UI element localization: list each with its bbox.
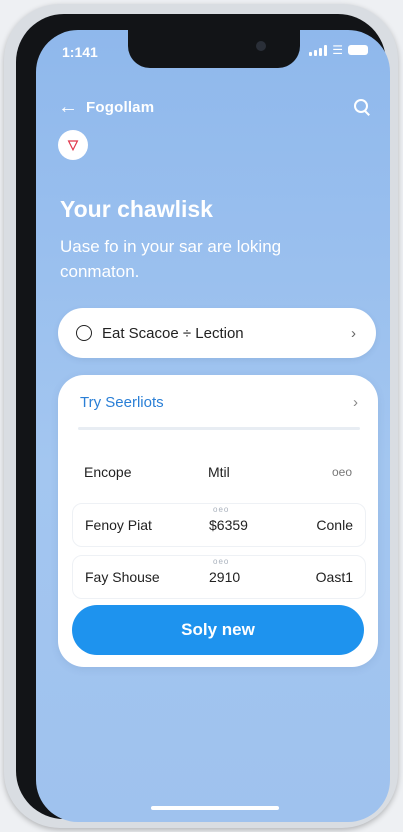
- results-card: Try Seerliots › Encope Mtil oeo Fenoy Pi…: [58, 375, 378, 667]
- back-arrow-icon[interactable]: ←: [58, 96, 86, 119]
- table-row[interactable]: Fenoy Piat oeo $6359 Conle: [72, 503, 366, 547]
- chevron-right-icon: ›: [353, 394, 358, 411]
- row-status: Oast1: [315, 569, 353, 585]
- row-name: Encope: [84, 464, 132, 480]
- status-time: 1:141: [62, 44, 98, 60]
- search-icon[interactable]: [354, 99, 370, 115]
- top-bar: ← Fogollam: [58, 94, 370, 120]
- row-status: oeo: [331, 465, 352, 479]
- wifi-icon: ☰: [332, 43, 343, 57]
- status-icons: ☰: [309, 43, 368, 57]
- signal-icon: [309, 44, 328, 56]
- page-title: Fogollam: [86, 98, 155, 116]
- card-title[interactable]: Try Seerliots: [80, 394, 164, 411]
- radio-icon[interactable]: [76, 325, 92, 341]
- row-tiny-label: oeo: [213, 505, 230, 514]
- row-value-cell: oeo $6359: [209, 505, 309, 533]
- row-status: Conle: [316, 517, 353, 533]
- phone-bezel: 1:141 ☰ ← Fogollam ▽ Your chawlisk Uase …: [16, 14, 390, 822]
- row-name: Fenoy Piat: [85, 517, 152, 533]
- camera-icon: [256, 41, 266, 51]
- row-tiny-label: oeo: [213, 557, 230, 566]
- row-value: 2910: [209, 569, 241, 585]
- divider: [78, 427, 360, 430]
- battery-icon: [348, 45, 368, 55]
- row-name: Fay Shouse: [85, 569, 160, 585]
- selection-label: Eat Scacoe ÷ Lection: [102, 324, 244, 342]
- app-screen: 1:141 ☰ ← Fogollam ▽ Your chawlisk Uase …: [36, 30, 390, 822]
- selection-pill[interactable]: Eat Scacoe ÷ Lection ›: [58, 308, 376, 358]
- row-value: $6359: [209, 517, 248, 533]
- badge-icon[interactable]: ▽: [58, 130, 88, 160]
- row-value-cell: oeo 2910: [209, 557, 309, 585]
- card-header[interactable]: Try Seerliots ›: [80, 394, 358, 411]
- primary-cta-button[interactable]: Soly new: [72, 605, 364, 655]
- table-row[interactable]: Fay Shouse oeo 2910 Oast1: [72, 555, 366, 599]
- row-value: Mtil: [208, 464, 230, 480]
- notch: [128, 30, 300, 68]
- chevron-right-icon: ›: [351, 324, 356, 342]
- phone-frame: 1:141 ☰ ← Fogollam ▽ Your chawlisk Uase …: [4, 4, 398, 828]
- table-row[interactable]: Encope Mtil oeo: [72, 451, 364, 493]
- hero-headline: Your chawlisk: [60, 196, 213, 222]
- hero-subtext: Uase fo in your sar are loking conmaton.: [60, 237, 282, 281]
- home-indicator[interactable]: [151, 806, 279, 810]
